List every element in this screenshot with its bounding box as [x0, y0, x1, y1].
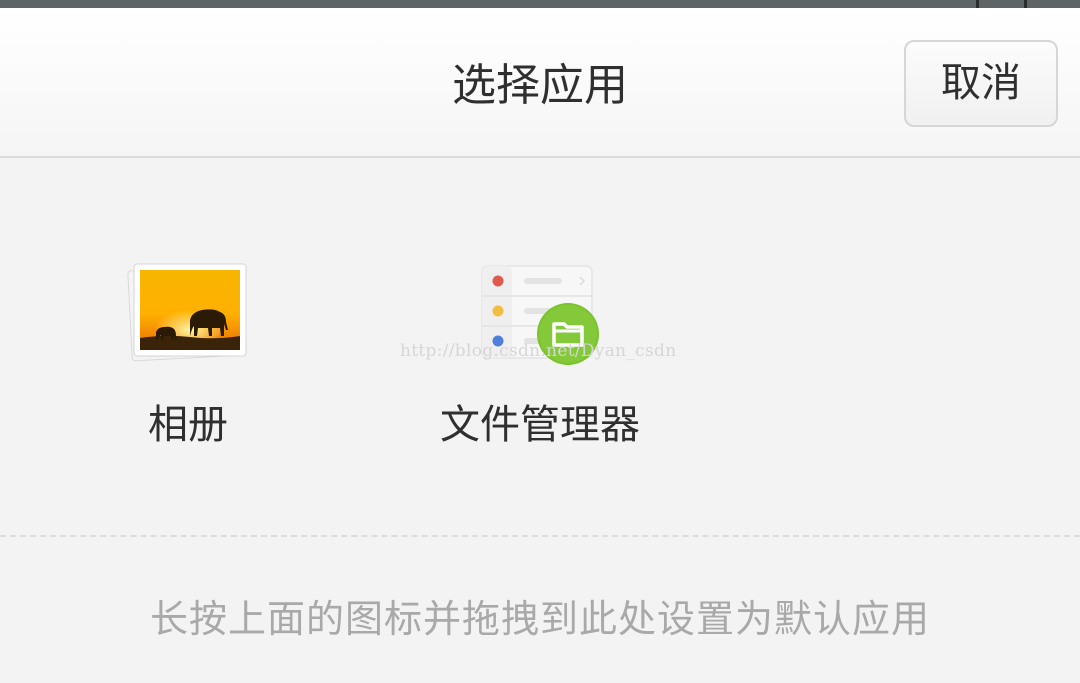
drop-zone-divider	[0, 535, 1080, 537]
app-item-file-manager[interactable]: 文件管理器	[410, 160, 670, 450]
app-grid: 相册 文件管理器 http://blog.csdn.net/Dyan_csdn	[0, 160, 1080, 536]
status-bar-mark	[976, 0, 979, 8]
status-bar-strip	[0, 0, 1080, 8]
default-app-hint: 长按上面的图标并拖拽到此处设置为默认应用	[149, 597, 930, 641]
watermark-text: http://blog.csdn.net/Dyan_csdn	[400, 341, 677, 361]
status-bar-mark	[1024, 0, 1027, 8]
dialog-header: 选择应用 取消	[0, 8, 1080, 158]
app-label: 相册	[148, 402, 228, 448]
app-item-gallery[interactable]: 相册	[58, 160, 318, 450]
gallery-icon	[127, 263, 247, 362]
cancel-button[interactable]: 取消	[904, 40, 1058, 127]
app-chooser-screen: 选择应用 取消 相册 文件管理器 http://blog.csdn.net/Dy…	[0, 0, 1080, 683]
app-label: 文件管理器	[440, 402, 640, 448]
